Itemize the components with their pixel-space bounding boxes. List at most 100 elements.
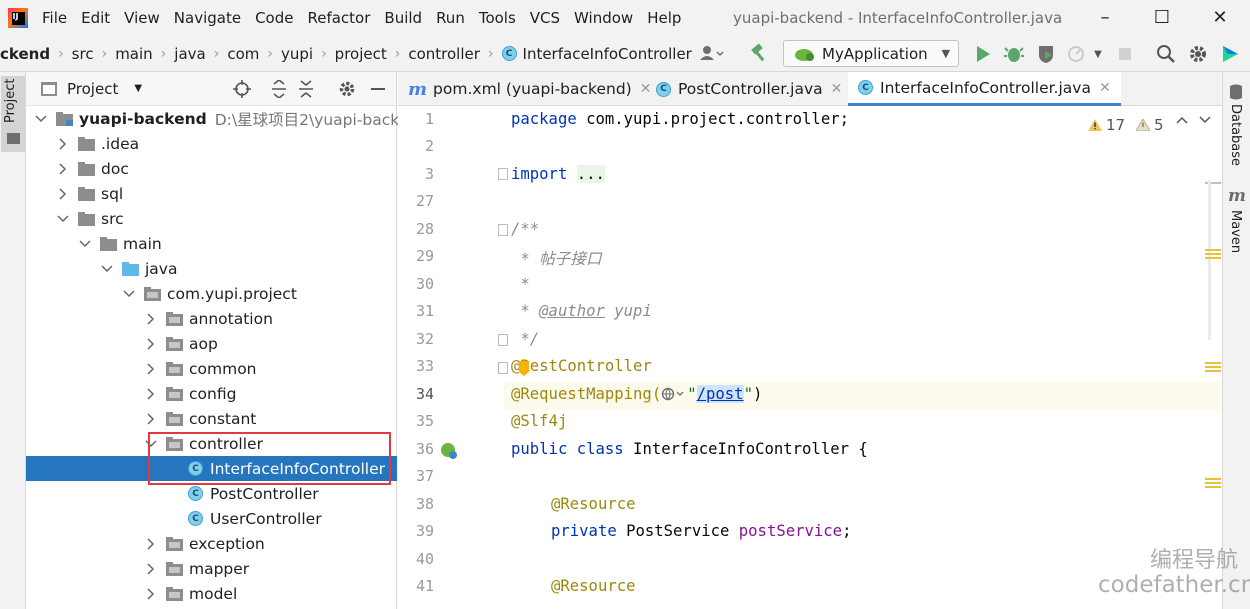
scrollbar-thumb[interactable] [1208, 180, 1211, 340]
database-icon[interactable] [1229, 84, 1243, 100]
menu-refactor[interactable]: Refactor [307, 9, 370, 27]
tree-row-interfaceinfocontroller[interactable]: C InterfaceInfoController [26, 456, 397, 481]
inspection-weak-warnings[interactable]: 5 [1136, 116, 1164, 134]
menu-code[interactable]: Code [255, 9, 293, 27]
menu-edit[interactable]: Edit [81, 9, 110, 27]
tree-spacer[interactable] [167, 463, 179, 475]
inspection-warnings[interactable]: 17 [1088, 116, 1125, 134]
breadcrumb-project[interactable]: ckend [0, 45, 50, 63]
tree-row-postcontroller[interactable]: C PostController [26, 481, 397, 506]
close-window-icon[interactable]: ✕ [1208, 6, 1232, 30]
menu-help[interactable]: Help [647, 9, 681, 27]
menu-view[interactable]: View [124, 9, 160, 27]
chevron-right-icon[interactable] [145, 362, 157, 375]
stop-icon[interactable] [1114, 43, 1136, 65]
tree-row-exception[interactable]: exception [26, 531, 397, 556]
breadcrumb-com[interactable]: com [227, 45, 259, 63]
breadcrumb-controller[interactable]: controller [408, 45, 480, 63]
intention-bulb-icon[interactable] [516, 360, 532, 378]
debug-icon[interactable] [1003, 43, 1025, 65]
search-icon[interactable] [1155, 43, 1177, 65]
breadcrumb-java[interactable]: java [174, 45, 205, 63]
maven-icon[interactable]: m [1228, 186, 1246, 206]
tree-row-controller[interactable]: controller [26, 431, 397, 456]
menu-tools[interactable]: Tools [479, 9, 516, 27]
scrollbar-warning-marker[interactable] [1205, 362, 1221, 364]
tree-row-doc[interactable]: doc [26, 156, 397, 181]
code-editor[interactable]: m pom.xml (yuapi-backend) ✕ C PostContro… [398, 72, 1222, 609]
maven-tool-label[interactable]: Maven [1228, 210, 1243, 253]
tree-row-com-yupi-project[interactable]: com.yupi.project [26, 281, 397, 306]
scrollbar-warning-marker[interactable] [1205, 366, 1221, 368]
spring-bean-gutter-icon[interactable] [440, 442, 458, 460]
menu-window[interactable]: Window [574, 9, 633, 27]
scrollbar-warning-marker[interactable] [1205, 257, 1221, 259]
settings-gear-icon[interactable] [337, 79, 357, 99]
chevron-right-icon[interactable] [145, 312, 157, 325]
tab-pom-xml[interactable]: m pom.xml (yuapi-backend) ✕ [408, 72, 651, 106]
chevron-right-icon[interactable] [145, 337, 157, 350]
close-icon[interactable]: ✕ [831, 81, 843, 97]
chevron-right-icon[interactable] [145, 387, 157, 400]
maximize-icon[interactable]: ☐ [1150, 6, 1174, 30]
breadcrumb-yupi[interactable]: yupi [281, 45, 313, 63]
menu-vcs[interactable]: VCS [530, 9, 560, 27]
run-icon[interactable] [972, 43, 994, 65]
globe-icon[interactable] [661, 387, 687, 401]
tree-row-aop[interactable]: aop [26, 331, 397, 356]
breadcrumb-src[interactable]: src [72, 45, 94, 63]
scrollbar-warning-marker[interactable] [1205, 482, 1221, 484]
user-vcs-icon[interactable] [697, 42, 727, 64]
project-panel-title[interactable]: Project [67, 80, 118, 98]
minimize-icon[interactable]: – [1093, 6, 1117, 30]
tree-row-config[interactable]: config [26, 381, 397, 406]
chevron-down-icon[interactable]: ▼ [1090, 43, 1106, 65]
menu-build[interactable]: Build [384, 9, 422, 27]
chevron-down-icon[interactable]: ▼ [134, 83, 142, 94]
chevron-down-icon[interactable] [101, 263, 113, 275]
expand-all-icon[interactable] [269, 79, 289, 99]
scrollbar-warning-marker[interactable] [1205, 478, 1221, 480]
tree-row-common[interactable]: common [26, 356, 397, 381]
chevron-right-icon[interactable] [145, 562, 157, 575]
close-icon[interactable]: ✕ [1099, 80, 1111, 96]
menu-navigate[interactable]: Navigate [174, 9, 241, 27]
settings-gear-icon[interactable] [1187, 43, 1209, 65]
menu-run[interactable]: Run [436, 9, 465, 27]
tree-row-root[interactable]: yuapi-backend D:\星球项目2\yuapi-backend [26, 106, 428, 131]
project-tool-label[interactable]: Project [3, 79, 18, 123]
close-icon[interactable]: ✕ [640, 81, 652, 97]
tree-row-model[interactable]: model [26, 581, 397, 606]
tree-row-src[interactable]: src [26, 206, 397, 231]
breadcrumb-main[interactable]: main [115, 45, 152, 63]
tree-row-java[interactable]: java [26, 256, 397, 281]
tree-row-main[interactable]: main [26, 231, 397, 256]
chevron-down-icon[interactable] [57, 213, 69, 225]
locate-target-icon[interactable] [232, 79, 252, 99]
chevron-right-icon[interactable] [145, 537, 157, 550]
tree-spacer[interactable] [167, 488, 179, 500]
chevron-down-icon[interactable] [79, 238, 91, 250]
chevron-right-icon[interactable] [145, 587, 157, 600]
tab-interface-info-controller[interactable]: C InterfaceInfoController.java ✕ [848, 72, 1121, 106]
chevron-right-icon[interactable] [57, 187, 69, 200]
chevron-right-icon[interactable] [145, 412, 157, 425]
collapse-all-icon[interactable] [296, 79, 316, 99]
next-highlight-icon[interactable] [1199, 116, 1211, 124]
chevron-down-icon[interactable] [123, 288, 135, 300]
tree-row-sql[interactable]: sql [26, 181, 397, 206]
scrollbar-warning-marker[interactable] [1205, 370, 1221, 372]
scrollbar-warning-marker[interactable] [1205, 253, 1221, 255]
tree-row-constant[interactable]: constant [26, 406, 397, 431]
scrollbar-warning-marker[interactable] [1205, 486, 1221, 488]
chevron-right-icon[interactable] [57, 162, 69, 175]
chevron-down-icon[interactable] [35, 113, 47, 125]
profiler-icon[interactable] [1066, 43, 1088, 65]
chevron-down-icon[interactable] [145, 438, 157, 450]
code-area[interactable]: package com.yupi.project.controller; imp… [504, 106, 1222, 609]
breadcrumb-class[interactable]: InterfaceInfoController [523, 45, 692, 63]
tab-post-controller[interactable]: C PostController.java ✕ [656, 72, 842, 106]
hide-panel-icon[interactable] [368, 79, 388, 99]
previous-highlight-icon[interactable] [1176, 116, 1188, 124]
coverage-icon[interactable] [1035, 43, 1057, 65]
